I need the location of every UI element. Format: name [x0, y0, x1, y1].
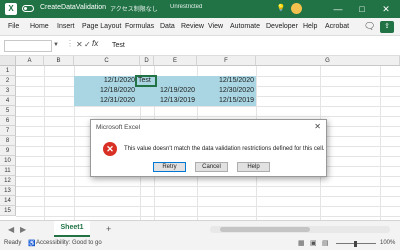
add-sheet-icon[interactable]: +: [106, 224, 111, 234]
insert-function-icon[interactable]: fx: [92, 39, 98, 48]
accessibility-status[interactable]: Accessibility: Good to go: [36, 240, 102, 246]
cell-c3[interactable]: 12/18/2020: [74, 86, 137, 96]
status-bar: Ready ♿ Accessibility: Good to go ▦ ▣ ▤ …: [0, 238, 400, 250]
comment-icon[interactable]: 🗨: [364, 21, 375, 32]
lightbulb-icon[interactable]: 💡: [275, 2, 287, 16]
prev-sheet-icon[interactable]: ◀: [8, 225, 14, 234]
scrollbar-thumb[interactable]: [220, 227, 310, 232]
cell-e3[interactable]: 12/19/2020: [140, 86, 197, 96]
row-header-4[interactable]: 4: [0, 96, 16, 106]
dialog-close-icon[interactable]: ✕: [314, 122, 321, 131]
retry-button[interactable]: Retry: [153, 162, 186, 172]
menu-file[interactable]: File: [8, 23, 19, 30]
row-header-13[interactable]: 13: [0, 186, 16, 196]
row-header-15[interactable]: 15: [0, 206, 16, 216]
avatar[interactable]: [291, 3, 302, 14]
column-header-f[interactable]: F: [197, 56, 256, 66]
row-header-9[interactable]: 9: [0, 146, 16, 156]
page-break-view-icon[interactable]: ▤: [322, 239, 329, 247]
row-header-12[interactable]: 12: [0, 176, 16, 186]
row-header-1[interactable]: 1: [0, 66, 16, 76]
share-icon[interactable]: ⇪: [380, 21, 394, 33]
save-status[interactable]: Unrestricted: [170, 4, 202, 10]
ribbon-menu: File Home Insert Page Layout Formulas Da…: [0, 18, 400, 36]
column-header-d[interactable]: D: [140, 56, 154, 66]
normal-view-icon[interactable]: ▦: [298, 239, 305, 247]
title-bar: X CreateDataValidation アクセス制限なし Unrestri…: [0, 0, 400, 18]
row-header-6[interactable]: 6: [0, 116, 16, 126]
sheet-tab-sheet1[interactable]: Sheet1: [54, 221, 90, 237]
column-header-c[interactable]: C: [74, 56, 140, 66]
menu-help[interactable]: Help: [303, 23, 317, 30]
row-header-7[interactable]: 7: [0, 126, 16, 136]
cancel-entry-icon[interactable]: ✕: [76, 40, 83, 49]
menu-review[interactable]: Review: [181, 23, 204, 30]
menu-view[interactable]: View: [208, 23, 223, 30]
zoom-level[interactable]: 100%: [380, 240, 395, 246]
chevron-down-icon[interactable]: ▼: [53, 42, 59, 48]
dialog-message: This value doesn't match the data valida…: [124, 146, 325, 152]
column-header-g[interactable]: G: [256, 56, 400, 66]
cell-f2[interactable]: 12/15/2020: [197, 76, 256, 86]
cell-f3[interactable]: 12/30/2020: [197, 86, 256, 96]
validation-error-dialog: Microsoft Excel ✕ ✕ This value doesn't m…: [90, 119, 327, 177]
name-box[interactable]: [4, 40, 52, 52]
column-header-b[interactable]: B: [44, 56, 74, 66]
minimize-button[interactable]: —: [332, 2, 344, 16]
menu-acrobat[interactable]: Acrobat: [325, 23, 349, 30]
maximize-button[interactable]: □: [356, 2, 368, 16]
page-layout-view-icon[interactable]: ▣: [310, 239, 317, 247]
autosave-toggle[interactable]: [22, 5, 34, 12]
column-header-e[interactable]: E: [154, 56, 197, 66]
cell-f4[interactable]: 12/15/2019: [197, 96, 256, 106]
cell-e4[interactable]: 12/13/2019: [140, 96, 197, 106]
separator-icon: ⋮: [66, 39, 74, 48]
select-all-corner[interactable]: [0, 56, 16, 66]
accessibility-icon[interactable]: ♿: [28, 240, 35, 247]
help-button[interactable]: Help: [237, 162, 270, 172]
confirm-entry-icon[interactable]: ✓: [84, 40, 91, 49]
menu-automate[interactable]: Automate: [230, 23, 260, 30]
menu-home[interactable]: Home: [30, 23, 49, 30]
horizontal-scrollbar[interactable]: [210, 226, 390, 233]
sheet-tab-bar: ◀ ▶ Sheet1 +: [0, 220, 400, 238]
row-header-3[interactable]: 3: [0, 86, 16, 96]
menu-developer[interactable]: Developer: [266, 23, 298, 30]
gridline: [44, 66, 45, 220]
sensitivity-status[interactable]: アクセス制限なし: [110, 4, 158, 13]
row-header-8[interactable]: 8: [0, 136, 16, 146]
menu-data[interactable]: Data: [160, 23, 175, 30]
formula-input[interactable]: Test: [108, 40, 394, 52]
menu-formulas[interactable]: Formulas: [125, 23, 154, 30]
excel-logo-icon: X: [5, 3, 17, 15]
cell-d2[interactable]: Test: [135, 75, 157, 87]
file-name[interactable]: CreateDataValidation: [40, 4, 106, 11]
cancel-button[interactable]: Cancel: [195, 162, 228, 172]
ready-status: Ready: [4, 240, 22, 246]
error-icon: ✕: [103, 142, 117, 156]
menu-insert[interactable]: Insert: [57, 23, 75, 30]
row-header-5[interactable]: 5: [0, 106, 16, 116]
menu-page-layout[interactable]: Page Layout: [82, 23, 121, 30]
next-sheet-icon[interactable]: ▶: [20, 225, 26, 234]
dialog-title: Microsoft Excel: [96, 124, 141, 131]
gridline: [380, 66, 381, 220]
cell-c4[interactable]: 12/31/2020: [74, 96, 137, 106]
column-header-a[interactable]: A: [16, 56, 44, 66]
close-button[interactable]: ✕: [380, 2, 392, 16]
row-header-11[interactable]: 11: [0, 166, 16, 176]
zoom-slider-thumb[interactable]: [354, 241, 357, 247]
row-header-10[interactable]: 10: [0, 156, 16, 166]
row-header-14[interactable]: 14: [0, 196, 16, 206]
cell-c2[interactable]: 12/1/2020: [74, 76, 137, 86]
row-header-2[interactable]: 2: [0, 76, 16, 86]
formula-bar: ▼ ⋮ ✕ ✓ fx Test: [0, 36, 400, 56]
